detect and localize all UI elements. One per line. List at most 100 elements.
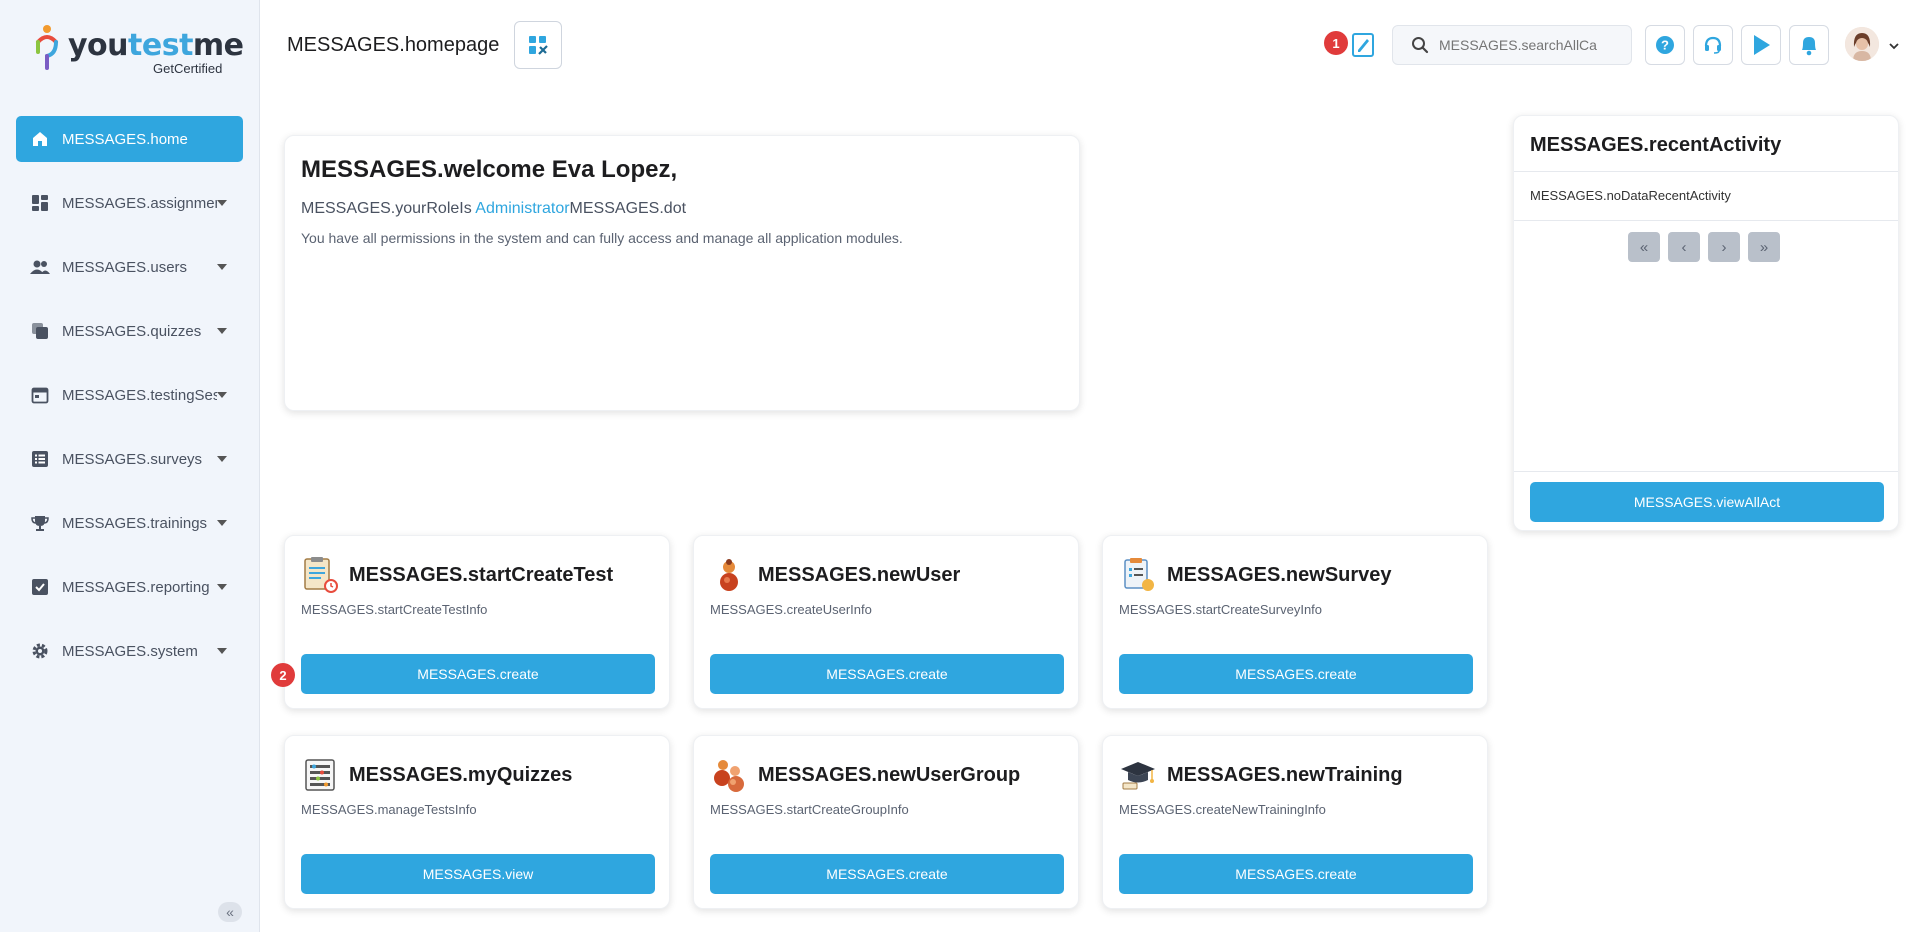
first-page-button[interactable]: « <box>1628 232 1660 262</box>
action-info: MESSAGES.startCreateSurveyInfo <box>1119 602 1323 617</box>
gear-icon <box>30 641 50 661</box>
book-edit-icon[interactable] <box>1352 33 1374 57</box>
customize-layout-button[interactable] <box>514 21 562 69</box>
sidebar-item-label: MESSAGES.assignment <box>62 194 217 212</box>
sidebar-item-label: MESSAGES.trainings <box>62 514 208 532</box>
sidebar-item-system[interactable]: MESSAGES.system <box>16 628 243 674</box>
sidebar-item-trainings[interactable]: MESSAGES.trainings <box>16 500 243 546</box>
svg-text:?: ? <box>1661 38 1669 53</box>
role-prefix: MESSAGES.yourRoleIs <box>301 200 476 217</box>
recent-activity-card: MESSAGES.recentActivity MESSAGES.noDataR… <box>1513 115 1899 531</box>
global-search[interactable] <box>1392 25 1632 65</box>
action-card-new-user-group: MESSAGES.newUserGroup MESSAGES.startCrea… <box>693 735 1079 909</box>
tutorial-play-button[interactable] <box>1741 25 1781 65</box>
sidebar-item-users[interactable]: MESSAGES.users <box>16 244 243 290</box>
support-button[interactable] <box>1693 25 1733 65</box>
chevron-down-icon <box>217 264 227 270</box>
view-all-activity-button[interactable]: MESSAGES.viewAllAct <box>1530 482 1884 522</box>
action-title: MESSAGES.newUser <box>758 564 961 586</box>
calendar-icon <box>30 385 50 405</box>
sidebar-item-quizzes[interactable]: MESSAGES.quizzes <box>16 308 243 354</box>
welcome-title: MESSAGES.welcome Eva Lopez, <box>301 156 678 183</box>
survey-clipboard-icon <box>1124 558 1154 591</box>
topbar: MESSAGES.homepage 1 ? <box>261 0 1920 90</box>
previous-page-button[interactable]: ‹ <box>1668 232 1700 262</box>
home-icon <box>30 129 50 149</box>
create-test-button[interactable]: MESSAGES.create <box>301 654 655 694</box>
copy-icon <box>30 321 50 341</box>
sidebar: youtestme GetCertified MESSAGES.home MES… <box>0 0 260 932</box>
view-quizzes-button[interactable]: MESSAGES.view <box>301 854 655 894</box>
next-page-button[interactable]: › <box>1708 232 1740 262</box>
list-icon <box>30 449 50 469</box>
divider <box>1514 471 1898 472</box>
action-card-new-survey: MESSAGES.newSurvey MESSAGES.startCreateS… <box>1102 535 1488 709</box>
graduation-cap-icon <box>1121 762 1155 790</box>
search-icon <box>1412 37 1429 54</box>
chevron-down-icon <box>217 648 227 654</box>
action-title: MESSAGES.myQuizzes <box>349 764 573 786</box>
page-title: MESSAGES.homepage <box>287 34 500 56</box>
divider <box>1514 171 1898 172</box>
headset-icon <box>1704 36 1722 54</box>
sidebar-item-label: MESSAGES.reporting <box>62 578 210 596</box>
sidebar-item-label: MESSAGES.surveys <box>62 450 203 468</box>
create-user-group-button[interactable]: MESSAGES.create <box>710 854 1064 894</box>
action-card-my-quizzes: MESSAGES.myQuizzes MESSAGES.manageTestsI… <box>284 735 670 909</box>
role-description: You have all permissions in the system a… <box>301 230 903 246</box>
user-group-icon <box>714 760 744 792</box>
sidebar-item-reporting[interactable]: MESSAGES.reporting <box>16 564 243 610</box>
action-info: MESSAGES.startCreateTestInfo <box>301 602 488 617</box>
collapse-sidebar-button[interactable]: « <box>218 902 242 922</box>
sidebar-item-label: MESSAGES.testingSess <box>62 386 217 404</box>
action-info: MESSAGES.manageTestsInfo <box>301 802 477 817</box>
pagination: « ‹ › » <box>1628 232 1780 262</box>
chevron-down-icon[interactable] <box>1889 41 1899 51</box>
recent-activity-title: MESSAGES.recentActivity <box>1530 134 1782 156</box>
sidebar-item-label: MESSAGES.home <box>62 130 188 148</box>
search-input[interactable] <box>1439 37 1609 53</box>
user-avatar[interactable] <box>1845 27 1879 61</box>
chevron-down-icon <box>217 456 227 462</box>
users-icon <box>30 257 50 277</box>
step-badge-1: 1 <box>1324 31 1348 55</box>
chevron-down-icon <box>217 392 227 398</box>
create-training-button[interactable]: MESSAGES.create <box>1119 854 1473 894</box>
double-chevron-left-icon: « <box>226 904 234 920</box>
abacus-icon <box>305 759 335 791</box>
logo[interactable]: youtestme GetCertified <box>34 24 244 76</box>
action-card-new-training: MESSAGES.newTraining MESSAGES.createNewT… <box>1102 735 1488 909</box>
chevron-down-icon <box>217 520 227 526</box>
sidebar-item-testing-sessions[interactable]: MESSAGES.testingSess <box>16 372 243 418</box>
notifications-button[interactable] <box>1789 25 1829 65</box>
sidebar-item-home[interactable]: MESSAGES.home <box>16 116 243 162</box>
layout-tools-icon <box>529 36 548 55</box>
action-info: MESSAGES.startCreateGroupInfo <box>710 802 909 817</box>
last-page-button[interactable]: » <box>1748 232 1780 262</box>
action-card-start-create-test: MESSAGES.startCreateTest MESSAGES.startC… <box>284 535 670 709</box>
welcome-card: MESSAGES.welcome Eva Lopez, MESSAGES.you… <box>284 135 1080 411</box>
sidebar-nav: MESSAGES.home MESSAGES.assignment MESSAG… <box>16 116 243 692</box>
trophy-icon <box>30 513 50 533</box>
chevron-down-icon <box>217 584 227 590</box>
create-survey-button[interactable]: MESSAGES.create <box>1119 654 1473 694</box>
user-icon <box>720 559 738 591</box>
sidebar-item-surveys[interactable]: MESSAGES.surveys <box>16 436 243 482</box>
bell-icon <box>1802 37 1816 56</box>
logo-mark-icon <box>36 25 58 70</box>
play-icon <box>1754 35 1770 55</box>
role-link[interactable]: Administrator <box>475 200 569 217</box>
logo-text: youtestme <box>68 28 244 63</box>
check-square-icon <box>30 577 50 597</box>
test-clipboard-icon <box>304 557 338 593</box>
create-user-button[interactable]: MESSAGES.create <box>710 654 1064 694</box>
action-title: MESSAGES.newSurvey <box>1167 564 1392 586</box>
help-button[interactable]: ? <box>1645 25 1685 65</box>
user-avatar-icon <box>1845 27 1879 61</box>
sidebar-item-label: MESSAGES.users <box>62 258 188 276</box>
step-badge-2: 2 <box>271 663 295 687</box>
sidebar-item-assignment[interactable]: MESSAGES.assignment <box>16 180 243 226</box>
help-icon: ? <box>1656 36 1674 54</box>
action-card-new-user: MESSAGES.newUser MESSAGES.createUserInfo… <box>693 535 1079 709</box>
action-title: MESSAGES.startCreateTest <box>349 564 614 586</box>
